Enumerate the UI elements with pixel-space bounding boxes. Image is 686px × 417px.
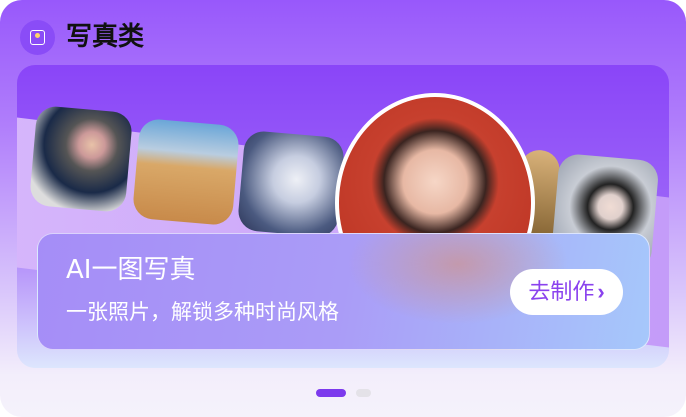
info-panel: AI一图写真 一张照片，解锁多种时尚风格 去制作 › (37, 233, 650, 350)
ai-portrait-card[interactable]: 写真类 AI一图写真 一张照片，解锁多种时尚风格 去制作 › (0, 0, 686, 417)
section-title: 写真类 (66, 22, 145, 52)
carousel-indicator (0, 389, 686, 397)
photo-desert-woman (131, 117, 241, 227)
create-button[interactable]: 去制作 › (510, 269, 623, 315)
portrait-icon (20, 20, 55, 55)
banner-title: AI一图写真 (66, 255, 196, 285)
carousel-dot[interactable] (356, 389, 371, 397)
chevron-right-icon: › (597, 279, 605, 304)
photo-white-wolf-girl (236, 129, 346, 239)
create-button-label: 去制作 (528, 279, 595, 304)
carousel-dot-active[interactable] (316, 389, 346, 397)
banner-subtitle: 一张照片，解锁多种时尚风格 (66, 300, 339, 324)
photo-astronaut-child (28, 105, 134, 213)
